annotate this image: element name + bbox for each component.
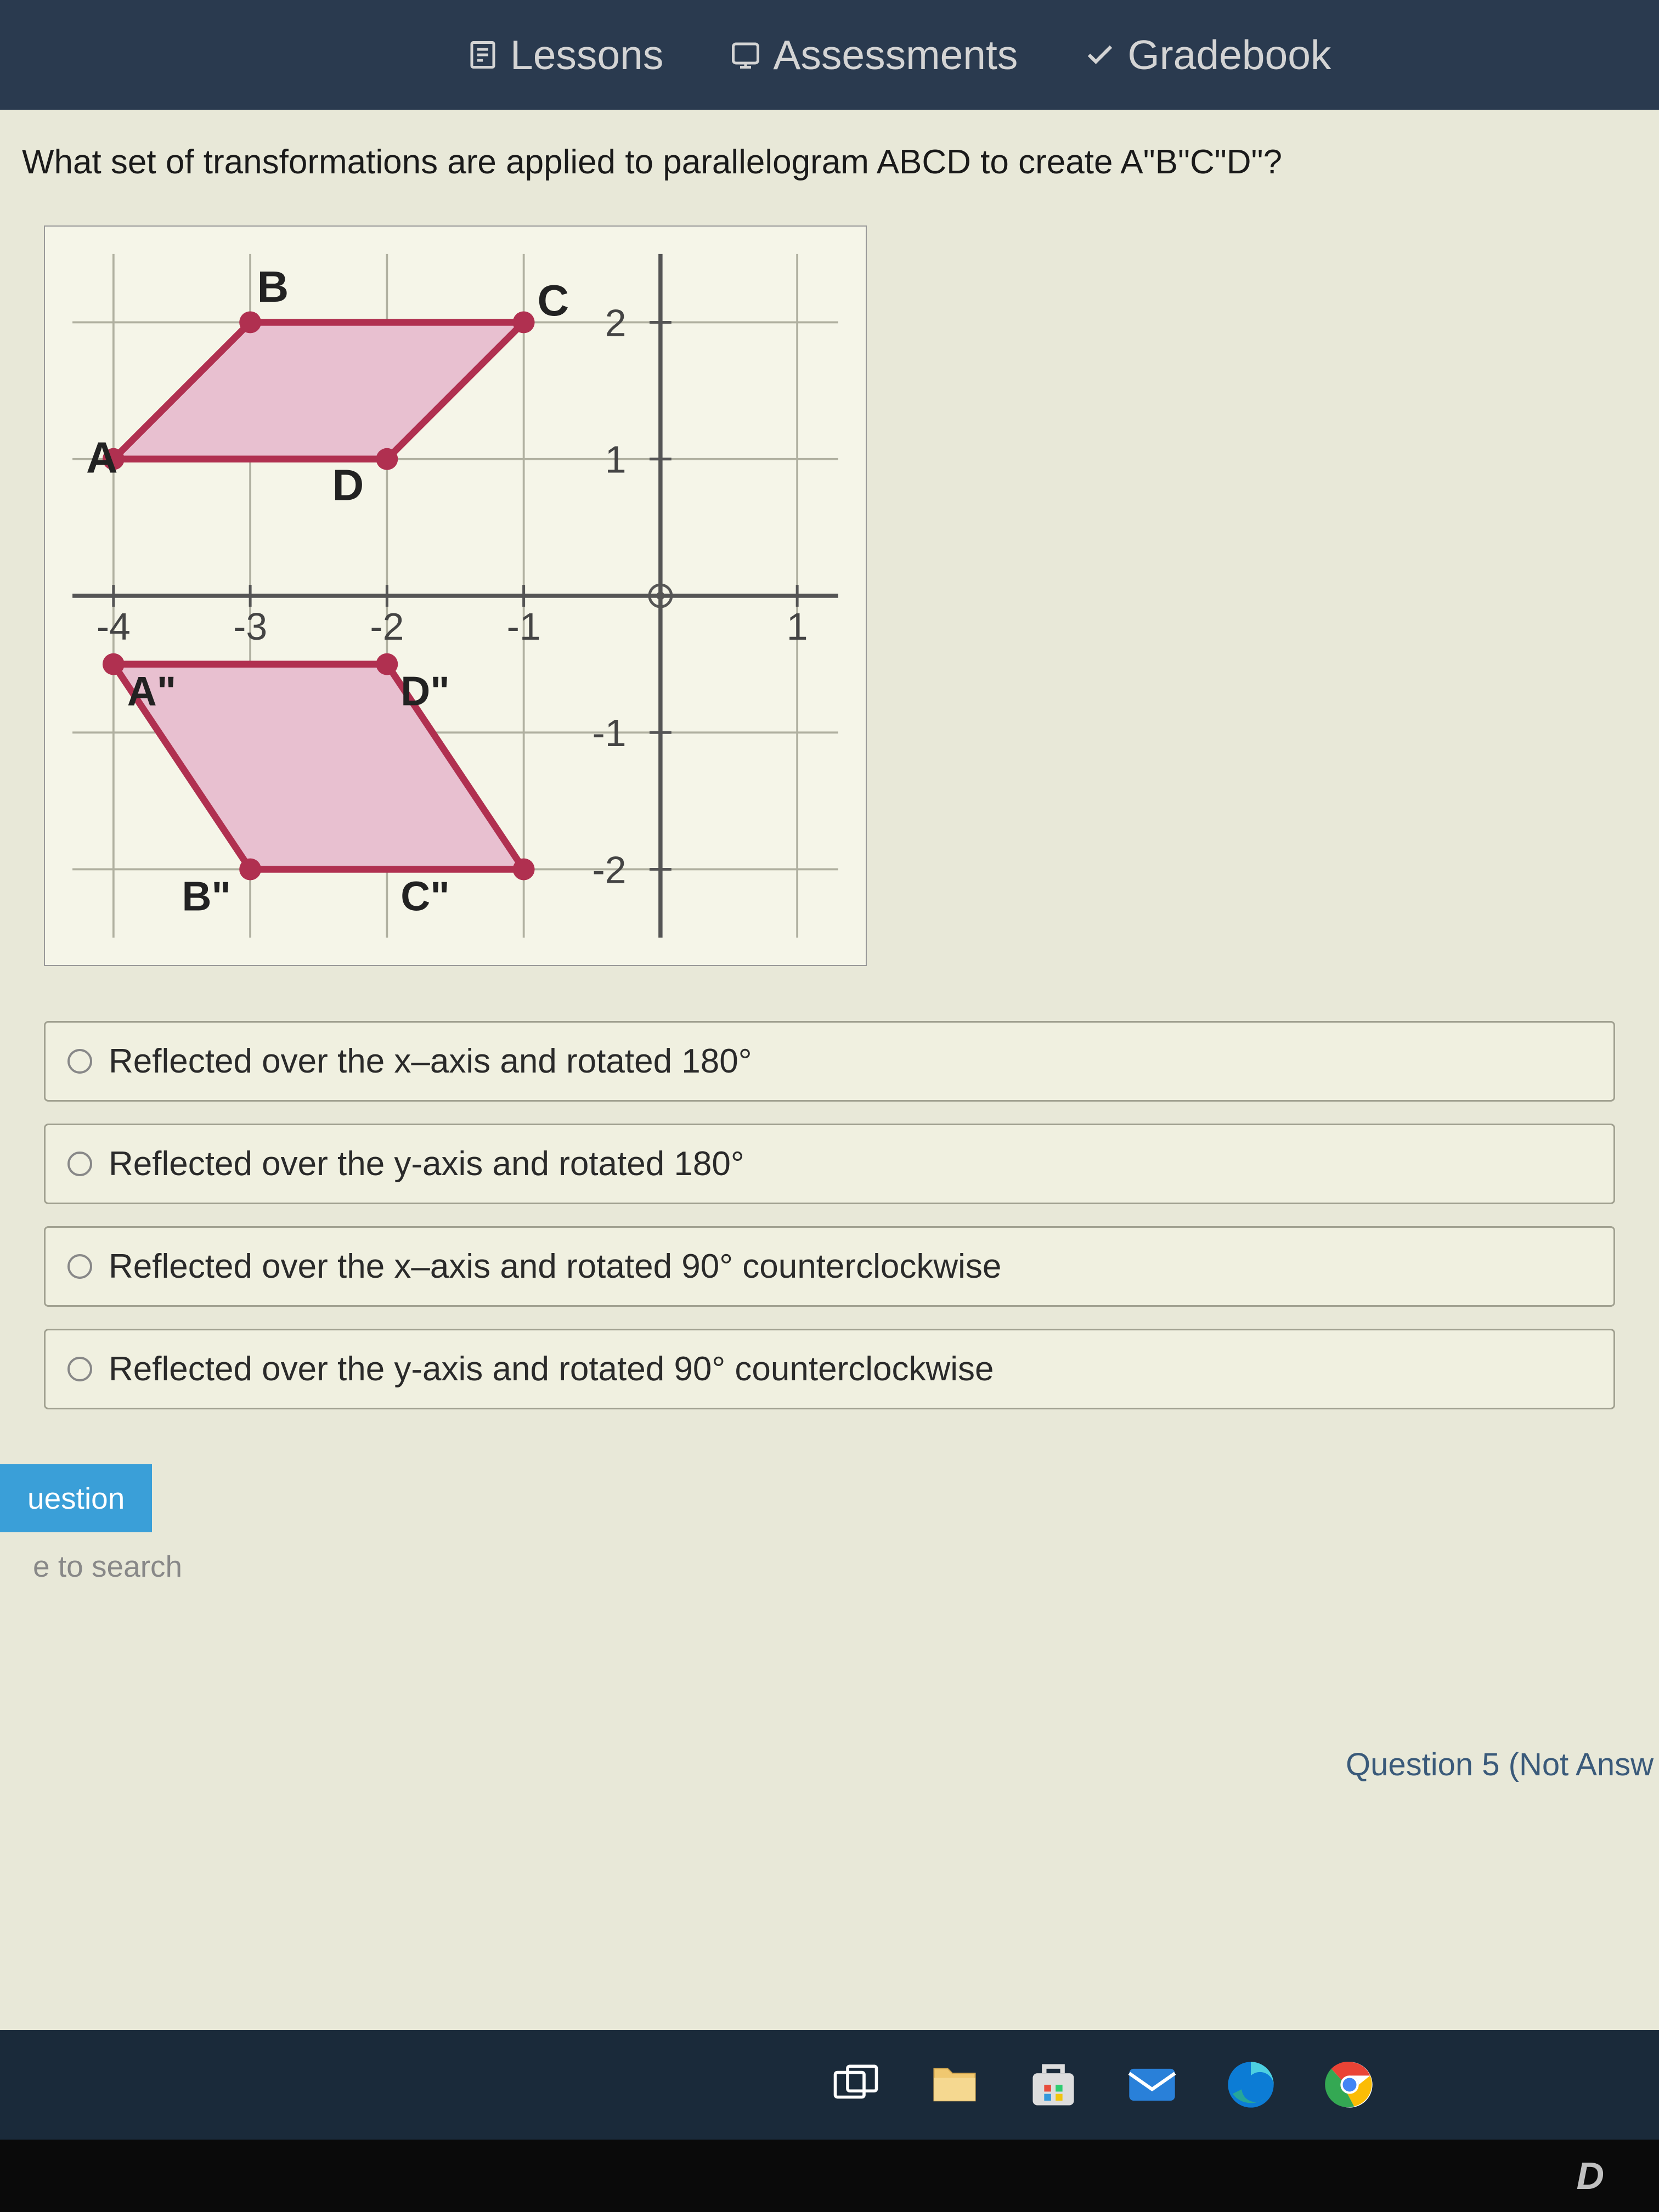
answer-option-4[interactable]: Reflected over the y-axis and rotated 90… bbox=[44, 1329, 1615, 1409]
svg-text:B: B bbox=[257, 262, 289, 311]
svg-text:D": D" bbox=[400, 668, 449, 714]
top-navigation: Lessons Assessments Gradebook bbox=[0, 0, 1659, 110]
svg-text:A: A bbox=[86, 433, 118, 482]
radio-icon bbox=[67, 1357, 92, 1381]
svg-text:A": A" bbox=[127, 668, 176, 714]
taskbar bbox=[0, 2030, 1659, 2140]
nav-gradebook[interactable]: Gradebook bbox=[1084, 31, 1331, 78]
answer-text-1: Reflected over the x–axis and rotated 18… bbox=[109, 1042, 752, 1081]
nav-assessments-label: Assessments bbox=[773, 31, 1018, 78]
svg-text:-2: -2 bbox=[370, 605, 404, 648]
answer-options: Reflected over the x–axis and rotated 18… bbox=[22, 1021, 1637, 1409]
question-button[interactable]: uestion bbox=[0, 1464, 152, 1532]
nav-gradebook-label: Gradebook bbox=[1127, 31, 1331, 78]
laptop-bezel: D bbox=[0, 2140, 1659, 2212]
nav-lessons[interactable]: Lessons bbox=[466, 31, 663, 78]
assessments-icon bbox=[729, 38, 762, 71]
svg-text:1: 1 bbox=[787, 605, 808, 648]
store-icon[interactable] bbox=[1020, 2052, 1086, 2118]
svg-text:-3: -3 bbox=[233, 605, 267, 648]
svg-text:-4: -4 bbox=[97, 605, 131, 648]
graph-container: -4 -3 -2 -1 1 2 1 -1 -2 A B C D A" D" B"… bbox=[44, 225, 867, 966]
mail-icon[interactable] bbox=[1119, 2052, 1185, 2118]
gradebook-icon bbox=[1084, 38, 1116, 71]
question-text: What set of transformations are applied … bbox=[22, 143, 1637, 182]
question-status: Question 5 (Not Answ bbox=[1346, 1746, 1654, 1783]
svg-text:2: 2 bbox=[605, 301, 627, 344]
svg-text:-2: -2 bbox=[592, 848, 627, 891]
answer-text-2: Reflected over the y-axis and rotated 18… bbox=[109, 1144, 744, 1183]
answer-text-4: Reflected over the y-axis and rotated 90… bbox=[109, 1350, 994, 1389]
search-text[interactable]: e to search bbox=[22, 1532, 1637, 1584]
svg-text:1: 1 bbox=[605, 438, 627, 481]
radio-icon bbox=[67, 1152, 92, 1176]
content-area: What set of transformations are applied … bbox=[0, 110, 1659, 2030]
chrome-icon[interactable] bbox=[1317, 2052, 1383, 2118]
svg-text:C: C bbox=[538, 276, 569, 325]
svg-text:-1: -1 bbox=[507, 605, 541, 648]
coordinate-graph: -4 -3 -2 -1 1 2 1 -1 -2 A B C D A" D" B"… bbox=[45, 227, 866, 965]
file-explorer-icon[interactable] bbox=[922, 2052, 988, 2118]
svg-text:B": B" bbox=[182, 873, 230, 919]
radio-icon bbox=[67, 1049, 92, 1074]
answer-option-1[interactable]: Reflected over the x–axis and rotated 18… bbox=[44, 1021, 1615, 1102]
lessons-icon bbox=[466, 38, 499, 71]
dell-logo: D bbox=[1576, 2154, 1604, 2198]
nav-assessments[interactable]: Assessments bbox=[729, 31, 1018, 78]
svg-text:D: D bbox=[332, 461, 364, 510]
task-view-icon[interactable] bbox=[823, 2052, 889, 2118]
answer-option-3[interactable]: Reflected over the x–axis and rotated 90… bbox=[44, 1226, 1615, 1307]
svg-text:-1: -1 bbox=[592, 712, 627, 754]
svg-text:C": C" bbox=[400, 873, 449, 919]
nav-lessons-label: Lessons bbox=[510, 31, 663, 78]
answer-option-2[interactable]: Reflected over the y-axis and rotated 18… bbox=[44, 1124, 1615, 1204]
edge-icon[interactable] bbox=[1218, 2052, 1284, 2118]
radio-icon bbox=[67, 1254, 92, 1279]
answer-text-3: Reflected over the x–axis and rotated 90… bbox=[109, 1247, 1001, 1286]
